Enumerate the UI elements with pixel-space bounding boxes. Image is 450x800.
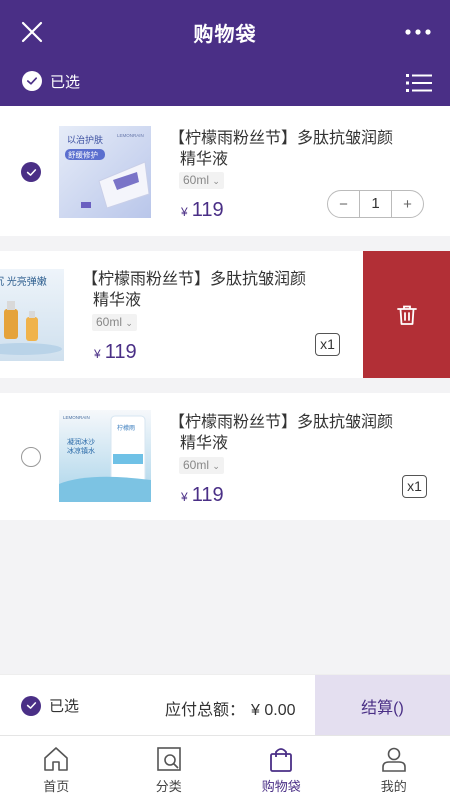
selected-label: 已选 xyxy=(49,698,80,715)
quantity-stepper[interactable]: − 1 + xyxy=(327,190,424,218)
quantity-value[interactable]: 1 xyxy=(359,191,392,217)
check-icon xyxy=(22,71,42,91)
currency-symbol: ¥ xyxy=(94,347,101,361)
item-checkbox[interactable] xyxy=(21,162,41,182)
product-name-line1: 【柠檬雨粉丝节】多肽抗皱润颜 xyxy=(169,414,394,431)
thumb-text-3: 柠檬雨 xyxy=(117,424,135,432)
cart-item: 以治护肤 舒缓修护 LEMONRAIN 【柠檬雨粉丝节】多肽抗皱润颜 精华液 6… xyxy=(0,106,450,236)
bag-icon xyxy=(270,748,293,772)
check-icon xyxy=(21,695,41,716)
product-name-line2: 精华液 xyxy=(93,292,142,309)
select-all-toggle[interactable]: 已选 xyxy=(21,695,79,716)
select-all-toggle[interactable]: 已选 xyxy=(22,70,80,92)
price-value: 119 xyxy=(191,199,224,221)
chevron-down-icon: ⌄ xyxy=(125,318,133,328)
thumb-brand: LEMONRAIN xyxy=(63,415,90,420)
product-name-line1: 【柠檬雨粉丝节】多肽抗皱润颜 xyxy=(169,130,394,147)
spec-selector[interactable]: 60ml ⌄ xyxy=(179,457,224,474)
minus-button[interactable]: − xyxy=(328,196,359,213)
tab-label: 分类 xyxy=(155,779,182,794)
tab-bag[interactable]: 购物袋 xyxy=(225,736,338,800)
product-thumbnail[interactable]: LEMONRAIN 凝润冰沙 冰凉镇水 柠檬雨 xyxy=(59,410,151,502)
product-name-line2: 精华液 xyxy=(180,151,229,168)
spec-selector[interactable]: 60ml ⌄ xyxy=(92,314,137,331)
product-price: ¥119 xyxy=(181,484,224,507)
product-price: ¥119 xyxy=(181,199,224,222)
tab-category[interactable]: 分类 xyxy=(113,736,226,800)
cart-item: LEMONRAIN 凝润冰沙 冰凉镇水 柠檬雨 【柠檬雨粉丝节】多肽抗皱润颜 精… xyxy=(0,393,450,520)
thumb-text-1: 以治护肤 xyxy=(67,134,103,145)
total-value: ¥ 0.00 xyxy=(251,702,296,719)
product-name[interactable]: 【柠檬雨粉丝节】多肽抗皱润颜 精华液 xyxy=(82,269,306,311)
spec-label: 60ml xyxy=(183,173,210,187)
total-amount: 应付总额： ¥ 0.00 xyxy=(165,696,296,720)
tab-bar: 首页 分类 购物袋 我的 xyxy=(0,735,450,800)
tab-profile[interactable]: 我的 xyxy=(338,736,450,800)
category-icon xyxy=(156,747,181,771)
trash-icon xyxy=(396,305,417,325)
product-thumbnail[interactable]: 阳明沉 光亮弹嫩 xyxy=(0,269,64,361)
page-title: 购物袋 xyxy=(193,24,257,46)
header: 购物袋 已选 xyxy=(0,0,450,106)
product-name[interactable]: 【柠檬雨粉丝节】多肽抗皱润颜 精华液 xyxy=(169,412,393,454)
selected-label: 已选 xyxy=(50,73,81,91)
spec-label: 60ml xyxy=(96,315,123,329)
tab-label: 购物袋 xyxy=(261,779,301,794)
tab-label: 我的 xyxy=(380,779,407,794)
price-value: 119 xyxy=(104,341,137,363)
cart-item: 阳明沉 光亮弹嫩 【柠檬雨粉丝节】多肽抗皱润颜 精华液 60ml ⌄ ¥119 … xyxy=(0,251,450,378)
checkout-button[interactable]: 结算() xyxy=(315,675,450,736)
product-name-line2: 精华液 xyxy=(180,435,229,452)
thumb-text-1: 阳明沉 光亮弹嫩 xyxy=(0,275,47,288)
spec-label: 60ml xyxy=(183,458,210,472)
user-icon xyxy=(381,747,406,772)
delete-button[interactable] xyxy=(363,251,450,378)
more-icon[interactable] xyxy=(404,22,432,42)
tab-label: 首页 xyxy=(43,779,70,794)
total-label: 应付总额： xyxy=(165,702,246,719)
product-thumbnail[interactable]: 以治护肤 舒缓修护 LEMONRAIN xyxy=(59,126,151,218)
checkout-bar: 已选 应付总额： ¥ 0.00 结算() xyxy=(0,674,450,736)
thumb-text-1: 凝润冰沙 xyxy=(67,437,95,446)
thumb-brand: LEMONRAIN xyxy=(117,133,144,138)
chevron-down-icon: ⌄ xyxy=(212,461,220,471)
spec-selector[interactable]: 60ml ⌄ xyxy=(179,172,224,189)
quantity-badge: x1 xyxy=(315,333,340,356)
home-icon xyxy=(44,747,69,771)
product-name[interactable]: 【柠檬雨粉丝节】多肽抗皱润颜 精华液 xyxy=(169,128,393,170)
tab-home[interactable]: 首页 xyxy=(0,736,113,800)
item-checkbox[interactable] xyxy=(21,447,41,467)
product-name-line1: 【柠檬雨粉丝节】多肽抗皱润颜 xyxy=(82,271,307,288)
price-value: 119 xyxy=(191,484,224,506)
chevron-down-icon: ⌄ xyxy=(212,176,220,186)
product-price: ¥119 xyxy=(94,341,137,364)
quantity-badge: x1 xyxy=(402,475,427,498)
plus-button[interactable]: + xyxy=(392,196,423,213)
thumb-text-2: 冰凉镇水 xyxy=(67,446,95,455)
thumb-text-2: 舒缓修护 xyxy=(68,150,98,160)
currency-symbol: ¥ xyxy=(181,205,188,219)
list-menu-icon[interactable] xyxy=(406,72,432,94)
currency-symbol: ¥ xyxy=(181,490,188,504)
